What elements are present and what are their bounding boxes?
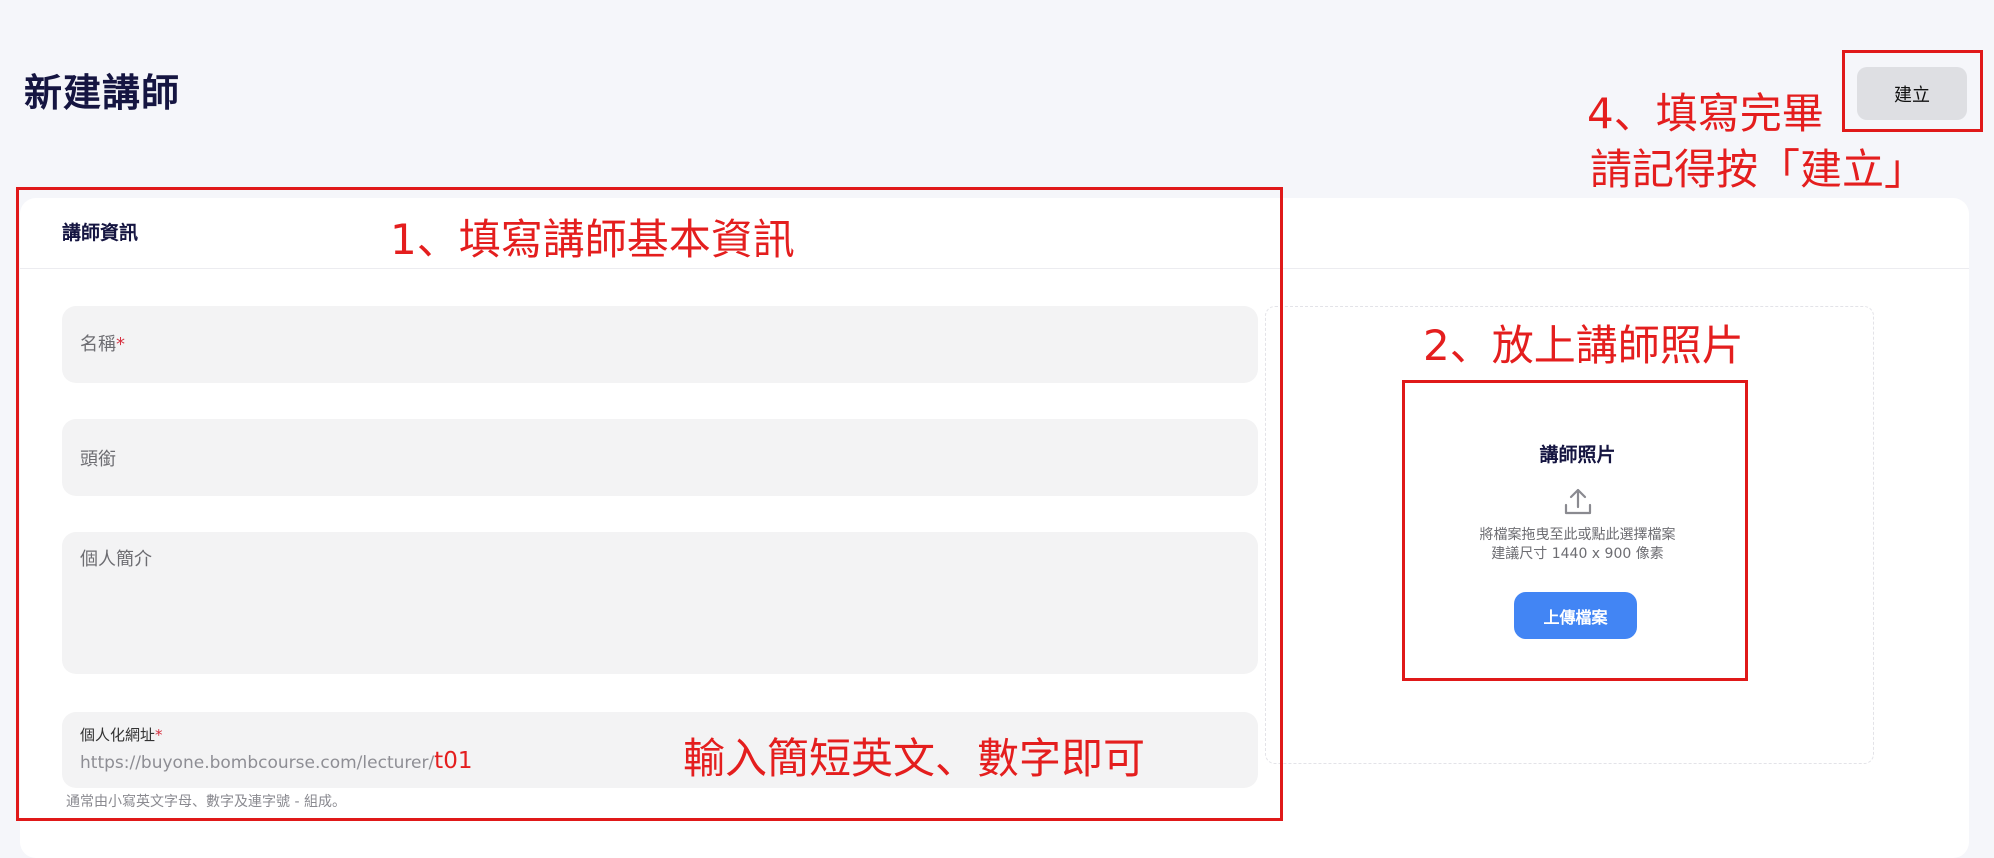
annotation-step1: 1、填寫講師基本資訊	[390, 215, 795, 264]
annotation-step4-line1: 4、填寫完畢	[1587, 89, 1824, 138]
annotation-box-create	[1842, 50, 1983, 132]
annotation-box-photo	[1402, 380, 1748, 681]
annotation-step2: 2、放上講師照片	[1423, 321, 1744, 370]
annotation-url-tip: 輸入簡短英文、數字即可	[683, 734, 1146, 783]
page-title: 新建講師	[24, 71, 181, 115]
annotation-step4-line2: 請記得按「建立」	[1590, 145, 1927, 194]
